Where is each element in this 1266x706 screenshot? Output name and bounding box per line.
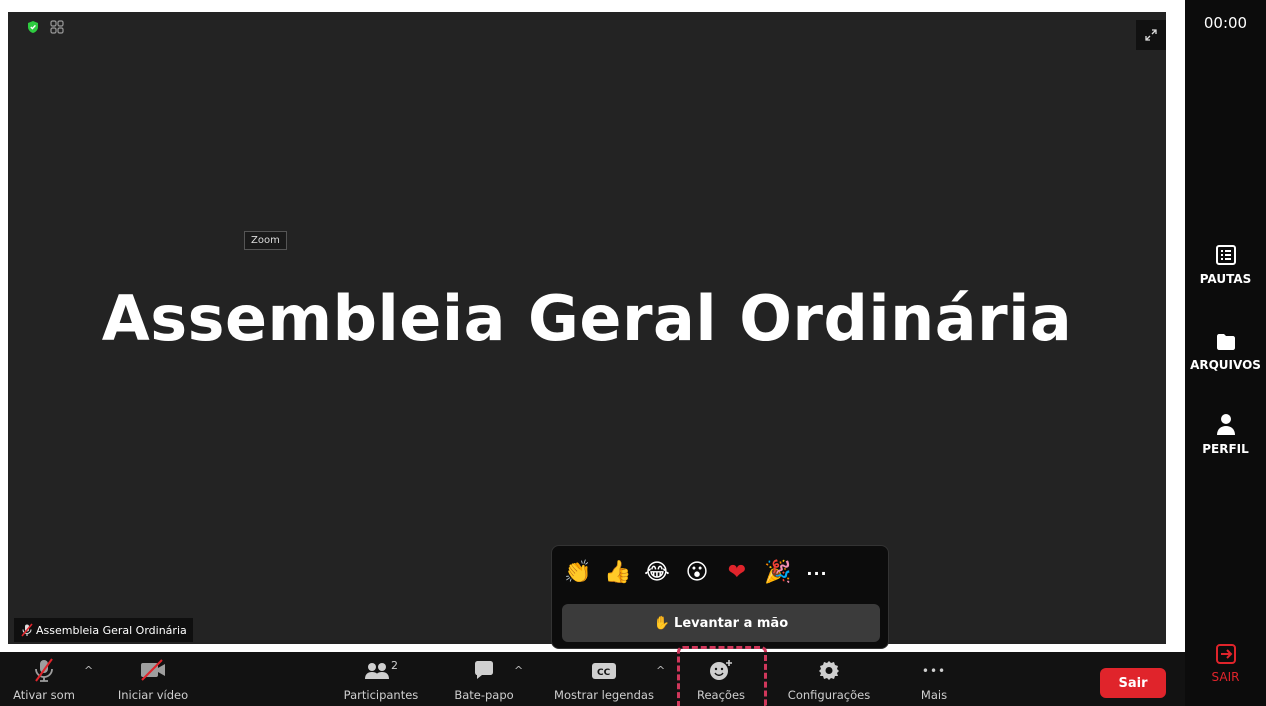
fullscreen-button[interactable] bbox=[1136, 20, 1166, 50]
thumbs-up-emoji[interactable]: 👍 bbox=[604, 560, 631, 586]
tooltip: Zoom bbox=[244, 231, 287, 250]
agenda-list-icon bbox=[1215, 245, 1236, 265]
user-profile-icon bbox=[1216, 414, 1235, 435]
exit-icon bbox=[1215, 644, 1236, 664]
leave-meeting-button[interactable]: Sair bbox=[1100, 668, 1166, 698]
reactions-highlight-box bbox=[677, 646, 767, 706]
chat-label: Bate-papo bbox=[454, 688, 514, 702]
more-dots-icon: ••• bbox=[921, 664, 947, 678]
party-popper-emoji[interactable]: 🎉 bbox=[764, 560, 791, 586]
svg-text:CC: CC bbox=[597, 668, 611, 678]
meeting-toolbar: Ativar som ^ Iniciar vídeo 2 Participant… bbox=[0, 652, 1185, 706]
participant-name: Assembleia Geral Ordinária bbox=[36, 623, 187, 637]
zoom-window: Zoom Assembleia Geral Ordinária Assemble… bbox=[0, 0, 1266, 706]
settings-button[interactable]: Configurações bbox=[776, 652, 882, 706]
sidebar-item-label: ARQUIVOS bbox=[1190, 358, 1261, 372]
raise-hand-button[interactable]: ✋ Levantar a mão bbox=[562, 604, 880, 642]
participants-label: Participantes bbox=[343, 688, 419, 702]
start-video-button[interactable]: Iniciar vídeo bbox=[108, 652, 198, 706]
emoji-row: 👏 👍 😂 😮 ❤ 🎉 ··· bbox=[564, 560, 830, 586]
muted-mic-icon bbox=[21, 623, 33, 637]
gallery-grid-icon[interactable] bbox=[50, 20, 64, 34]
surprised-emoji[interactable]: 😮 bbox=[684, 560, 710, 586]
more-emoji-button[interactable]: ··· bbox=[804, 564, 830, 583]
microphone-muted-icon bbox=[35, 658, 53, 682]
sidebar-item-label: PERFIL bbox=[1202, 442, 1249, 456]
shared-screen-title: Assembleia Geral Ordinária bbox=[101, 282, 1073, 355]
participants-icon: 2 bbox=[365, 659, 398, 679]
sidebar-item-arquivos[interactable]: ARQUIVOS bbox=[1185, 332, 1266, 372]
more-label: Mais bbox=[920, 688, 948, 702]
heart-emoji[interactable]: ❤ bbox=[724, 560, 750, 586]
sidebar-item-pautas[interactable]: PAUTAS bbox=[1185, 244, 1266, 286]
participants-button[interactable]: 2 Participantes bbox=[336, 652, 426, 706]
closed-captions-icon: CC bbox=[592, 663, 616, 679]
more-button[interactable]: ••• Mais bbox=[904, 652, 964, 706]
audio-options-chevron-icon[interactable]: ^ bbox=[84, 664, 93, 677]
chat-button[interactable]: Bate-papo bbox=[446, 652, 522, 706]
captions-button[interactable]: CC Mostrar legendas bbox=[542, 652, 666, 706]
sidebar-exit-button[interactable]: SAIR bbox=[1185, 642, 1266, 684]
captions-options-chevron-icon[interactable]: ^ bbox=[656, 664, 665, 677]
sidebar-item-perfil[interactable]: PERFIL bbox=[1185, 412, 1266, 456]
participant-name-tag: Assembleia Geral Ordinária bbox=[14, 618, 193, 642]
participants-count: 2 bbox=[391, 659, 398, 672]
expand-icon bbox=[1145, 29, 1157, 41]
clap-emoji[interactable]: 👏 bbox=[564, 560, 591, 586]
captions-label: Mostrar legendas bbox=[554, 688, 654, 702]
sidebar-item-label: PAUTAS bbox=[1199, 272, 1252, 286]
gear-icon bbox=[819, 661, 839, 680]
unmute-label: Ativar som bbox=[13, 688, 75, 702]
top-left-badges bbox=[26, 20, 64, 34]
settings-label: Configurações bbox=[787, 688, 871, 702]
tears-of-joy-emoji[interactable]: 😂 bbox=[644, 560, 670, 586]
chat-bubble-icon bbox=[475, 661, 493, 679]
right-sidebar: 00:00 PAUTAS ARQUIVOS PERFIL SAIR bbox=[1185, 0, 1266, 706]
unmute-button[interactable]: Ativar som bbox=[0, 652, 88, 706]
meeting-timer: 00:00 bbox=[1203, 14, 1248, 32]
chat-options-chevron-icon[interactable]: ^ bbox=[514, 664, 523, 677]
video-off-icon bbox=[141, 659, 165, 681]
reactions-popup: 👏 👍 😂 😮 ❤ 🎉 ··· ✋ Levantar a mão bbox=[551, 545, 889, 649]
folder-icon bbox=[1216, 334, 1235, 350]
encryption-shield-icon[interactable] bbox=[26, 20, 40, 34]
sidebar-exit-label: SAIR bbox=[1211, 670, 1240, 684]
raise-hand-label: Levantar a mão bbox=[674, 615, 789, 631]
start-video-label: Iniciar vídeo bbox=[117, 688, 189, 702]
raised-hand-icon: ✋ bbox=[653, 615, 671, 631]
